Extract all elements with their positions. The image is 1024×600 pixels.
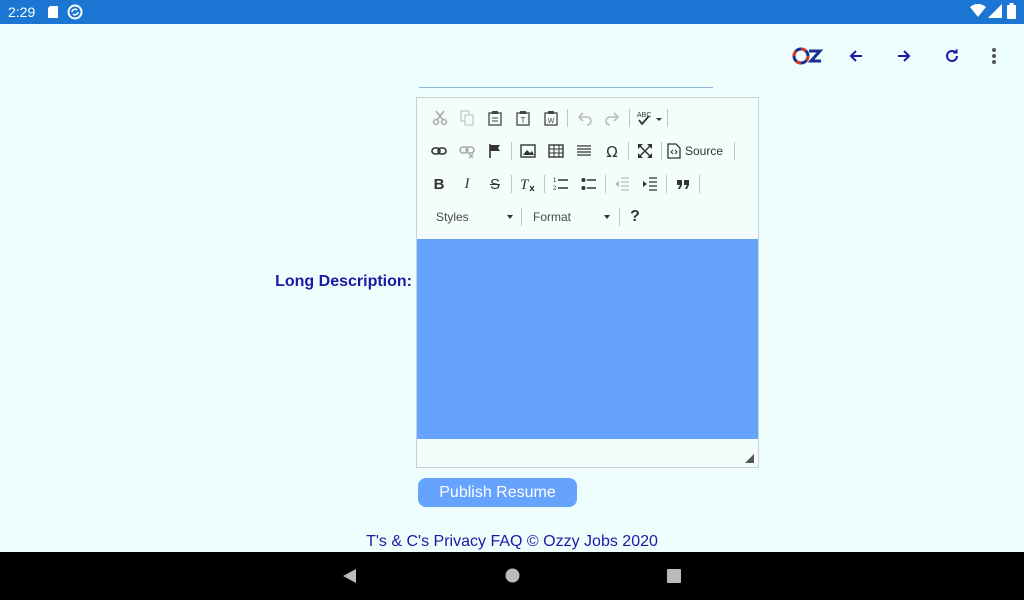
toolbar-separator [567, 109, 568, 127]
toolbar-separator [629, 109, 630, 127]
svg-text:Ω: Ω [606, 143, 617, 159]
status-time: 2:29 [8, 4, 36, 20]
help-label: ? [630, 208, 640, 225]
maximize-icon[interactable] [633, 139, 657, 163]
nav-back-icon[interactable] [342, 568, 357, 589]
toolbar-separator [667, 109, 668, 127]
spellcheck-icon[interactable]: ABC [635, 106, 665, 130]
chevron-down-icon [507, 215, 513, 219]
bulleted-list-icon[interactable] [577, 172, 601, 196]
nav-home-icon[interactable] [505, 568, 520, 588]
sd-card-icon [47, 5, 59, 24]
svg-text:1: 1 [553, 178, 557, 184]
wifi-icon [970, 3, 986, 23]
table-icon[interactable] [544, 139, 568, 163]
svg-text:T: T [520, 177, 530, 192]
toolbar-separator [511, 142, 512, 160]
blockquote-icon[interactable] [671, 172, 695, 196]
nav-recents-icon[interactable] [667, 569, 681, 588]
strikethrough-icon[interactable]: S [483, 172, 507, 196]
status-bar: 2:29 [0, 0, 1024, 24]
image-icon[interactable] [516, 139, 540, 163]
outdent-icon[interactable] [610, 172, 634, 196]
help-button[interactable]: ? [623, 205, 647, 229]
forward-icon[interactable] [892, 44, 916, 68]
toolbar-separator [628, 142, 629, 160]
svg-text:T: T [521, 116, 526, 125]
chevron-down-icon [604, 215, 610, 219]
paste-text-icon[interactable]: T [511, 106, 535, 130]
privacy-link[interactable]: Privacy [434, 533, 486, 550]
toolbar-separator [511, 175, 512, 193]
toolbar-separator [619, 208, 620, 226]
remove-format-icon[interactable]: T [516, 172, 540, 196]
field-divider [419, 87, 713, 88]
styles-dropdown[interactable]: Styles [427, 206, 515, 228]
styles-label: Styles [436, 210, 469, 224]
navigation-bar [0, 552, 1024, 600]
copy-icon[interactable] [455, 106, 479, 130]
format-dropdown[interactable]: Format [524, 206, 612, 228]
paste-word-icon[interactable]: W [539, 106, 563, 130]
refresh-icon[interactable] [940, 44, 964, 68]
bold-icon[interactable]: B [427, 172, 451, 196]
sync-icon [67, 4, 83, 25]
toolbar-separator [699, 175, 700, 193]
undo-icon[interactable] [573, 106, 597, 130]
toolbar-row-1: T W ABC [417, 106, 758, 134]
footer-links: T's & C's Privacy FAQ © Ozzy Jobs 2020 [0, 533, 1024, 551]
anchor-flag-icon[interactable] [483, 139, 507, 163]
cut-icon[interactable] [428, 106, 452, 130]
toolbar-row-3: B I S T 12 [417, 172, 758, 200]
more-icon[interactable] [982, 44, 1006, 68]
special-character-icon[interactable]: Ω [600, 139, 624, 163]
source-label: Source [685, 144, 724, 158]
editor-content-area[interactable] [417, 239, 758, 439]
faq-link[interactable]: FAQ [490, 533, 522, 550]
battery-icon [1007, 3, 1016, 24]
copyright-text: © Ozzy Jobs 2020 [526, 533, 658, 550]
link-icon[interactable] [427, 139, 451, 163]
toolbar-separator [605, 175, 606, 193]
toolbar-separator [521, 208, 522, 226]
format-label: Format [533, 210, 572, 224]
rich-text-editor: T W ABC Ω Source B I S T 1 2 Styles Form… [416, 97, 759, 468]
indent-icon[interactable] [638, 172, 662, 196]
toolbar-separator [666, 175, 667, 193]
source-button[interactable]: Source [667, 139, 729, 163]
unlink-icon[interactable] [455, 139, 479, 163]
publish-resume-button[interactable]: Publish Resume [418, 478, 577, 507]
terms-link[interactable]: T's & C's [366, 533, 429, 550]
back-icon[interactable] [844, 44, 868, 68]
toolbar-separator [661, 142, 662, 160]
horizontal-line-icon[interactable] [572, 139, 596, 163]
toolbar-row-2: Ω Source [417, 139, 758, 167]
long-description-label: Long Description: [275, 273, 412, 290]
numbered-list-icon[interactable]: 12 [549, 172, 573, 196]
resize-handle-icon[interactable] [745, 454, 754, 463]
paste-icon[interactable] [483, 106, 507, 130]
oz-logo [792, 44, 824, 68]
source-icon [667, 143, 681, 159]
toolbar-separator [734, 142, 735, 160]
redo-icon[interactable] [600, 106, 624, 130]
signal-icon [988, 4, 1002, 23]
toolbar-row-4: Styles Format ? [417, 206, 758, 234]
toolbar-separator [544, 175, 545, 193]
svg-text:W: W [548, 118, 555, 125]
svg-text:2: 2 [553, 186, 557, 192]
italic-icon[interactable]: I [455, 172, 479, 196]
svg-text:ABC: ABC [637, 112, 651, 119]
